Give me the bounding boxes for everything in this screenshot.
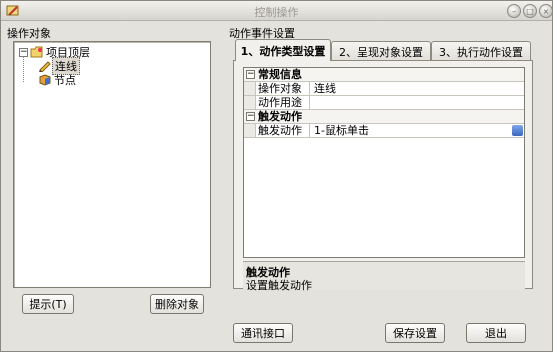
dialog-window: 控制操作 – □ × 操作对象 − 项目顶层 连线 节点 提示(T) 删除对象 bbox=[0, 0, 553, 352]
prop-row-target[interactable]: 操作对象 连线 bbox=[244, 82, 524, 96]
prop-value[interactable] bbox=[312, 96, 524, 109]
prop-name: 触发动作 bbox=[258, 124, 310, 137]
comm-interface-button[interactable]: 通讯接口 bbox=[233, 323, 293, 343]
collapse-icon[interactable]: − bbox=[246, 112, 255, 121]
tab-present-object[interactable]: 2、呈现对象设置 bbox=[331, 41, 431, 61]
category-label: 常规信息 bbox=[258, 68, 302, 81]
prop-value[interactable]: 连线 bbox=[312, 82, 524, 95]
description-panel: 触发动作 设置触发动作 bbox=[243, 261, 525, 292]
tab-strip: 1、动作类型设置 2、呈现对象设置 3、执行动作设置 bbox=[233, 39, 533, 61]
dropdown-arrow-icon[interactable] bbox=[512, 125, 523, 136]
prop-row-purpose[interactable]: 动作用途 bbox=[244, 96, 524, 110]
maximize-button[interactable]: □ bbox=[523, 4, 537, 18]
objects-group-label: 操作对象 bbox=[7, 27, 51, 40]
description-text: 设置触发动作 bbox=[246, 279, 312, 292]
prop-name: 操作对象 bbox=[258, 82, 310, 95]
title-bar[interactable]: 控制操作 – □ × bbox=[1, 1, 553, 21]
trigger-select-value: 1-鼠标单击 bbox=[314, 124, 369, 137]
category-label: 触发动作 bbox=[258, 110, 302, 123]
row-gutter bbox=[244, 82, 256, 95]
tree-node-node[interactable]: 节点 bbox=[38, 73, 78, 87]
property-grid[interactable]: − 常规信息 操作对象 连线 动作用途 − 触发动作 触发动作 1-鼠标单击 bbox=[243, 67, 525, 258]
save-settings-button[interactable]: 保存设置 bbox=[385, 323, 445, 343]
cube-icon bbox=[38, 74, 52, 86]
exit-button[interactable]: 退出 bbox=[466, 323, 526, 343]
object-tree[interactable]: − 项目顶层 连线 节点 bbox=[13, 41, 211, 288]
window-title: 控制操作 bbox=[254, 6, 299, 19]
close-button[interactable]: × bbox=[539, 4, 553, 18]
minimize-button[interactable]: – bbox=[507, 4, 521, 18]
category-general[interactable]: − 常规信息 bbox=[244, 68, 524, 82]
category-trigger[interactable]: − 触发动作 bbox=[244, 110, 524, 124]
row-gutter bbox=[244, 124, 256, 137]
tab-action-type[interactable]: 1、动作类型设置 bbox=[235, 39, 331, 61]
prop-name: 动作用途 bbox=[258, 96, 310, 109]
row-gutter bbox=[244, 96, 256, 109]
tip-button[interactable]: 提示(T) bbox=[22, 294, 74, 314]
tree-line bbox=[23, 56, 24, 82]
collapse-icon[interactable]: − bbox=[246, 70, 255, 79]
tree-node-line[interactable]: 连线 bbox=[38, 57, 80, 75]
tree-label: 节点 bbox=[54, 74, 76, 87]
delete-object-button[interactable]: 删除对象 bbox=[150, 294, 204, 314]
tab-panel: − 常规信息 操作对象 连线 动作用途 − 触发动作 触发动作 1-鼠标单击 触… bbox=[233, 60, 533, 292]
prop-row-trigger[interactable]: 触发动作 1-鼠标单击 bbox=[244, 124, 524, 138]
trigger-select[interactable]: 1-鼠标单击 bbox=[312, 124, 524, 137]
tab-execute-action[interactable]: 3、执行动作设置 bbox=[431, 41, 531, 61]
pencil-icon bbox=[38, 60, 52, 73]
project-icon bbox=[30, 46, 44, 58]
